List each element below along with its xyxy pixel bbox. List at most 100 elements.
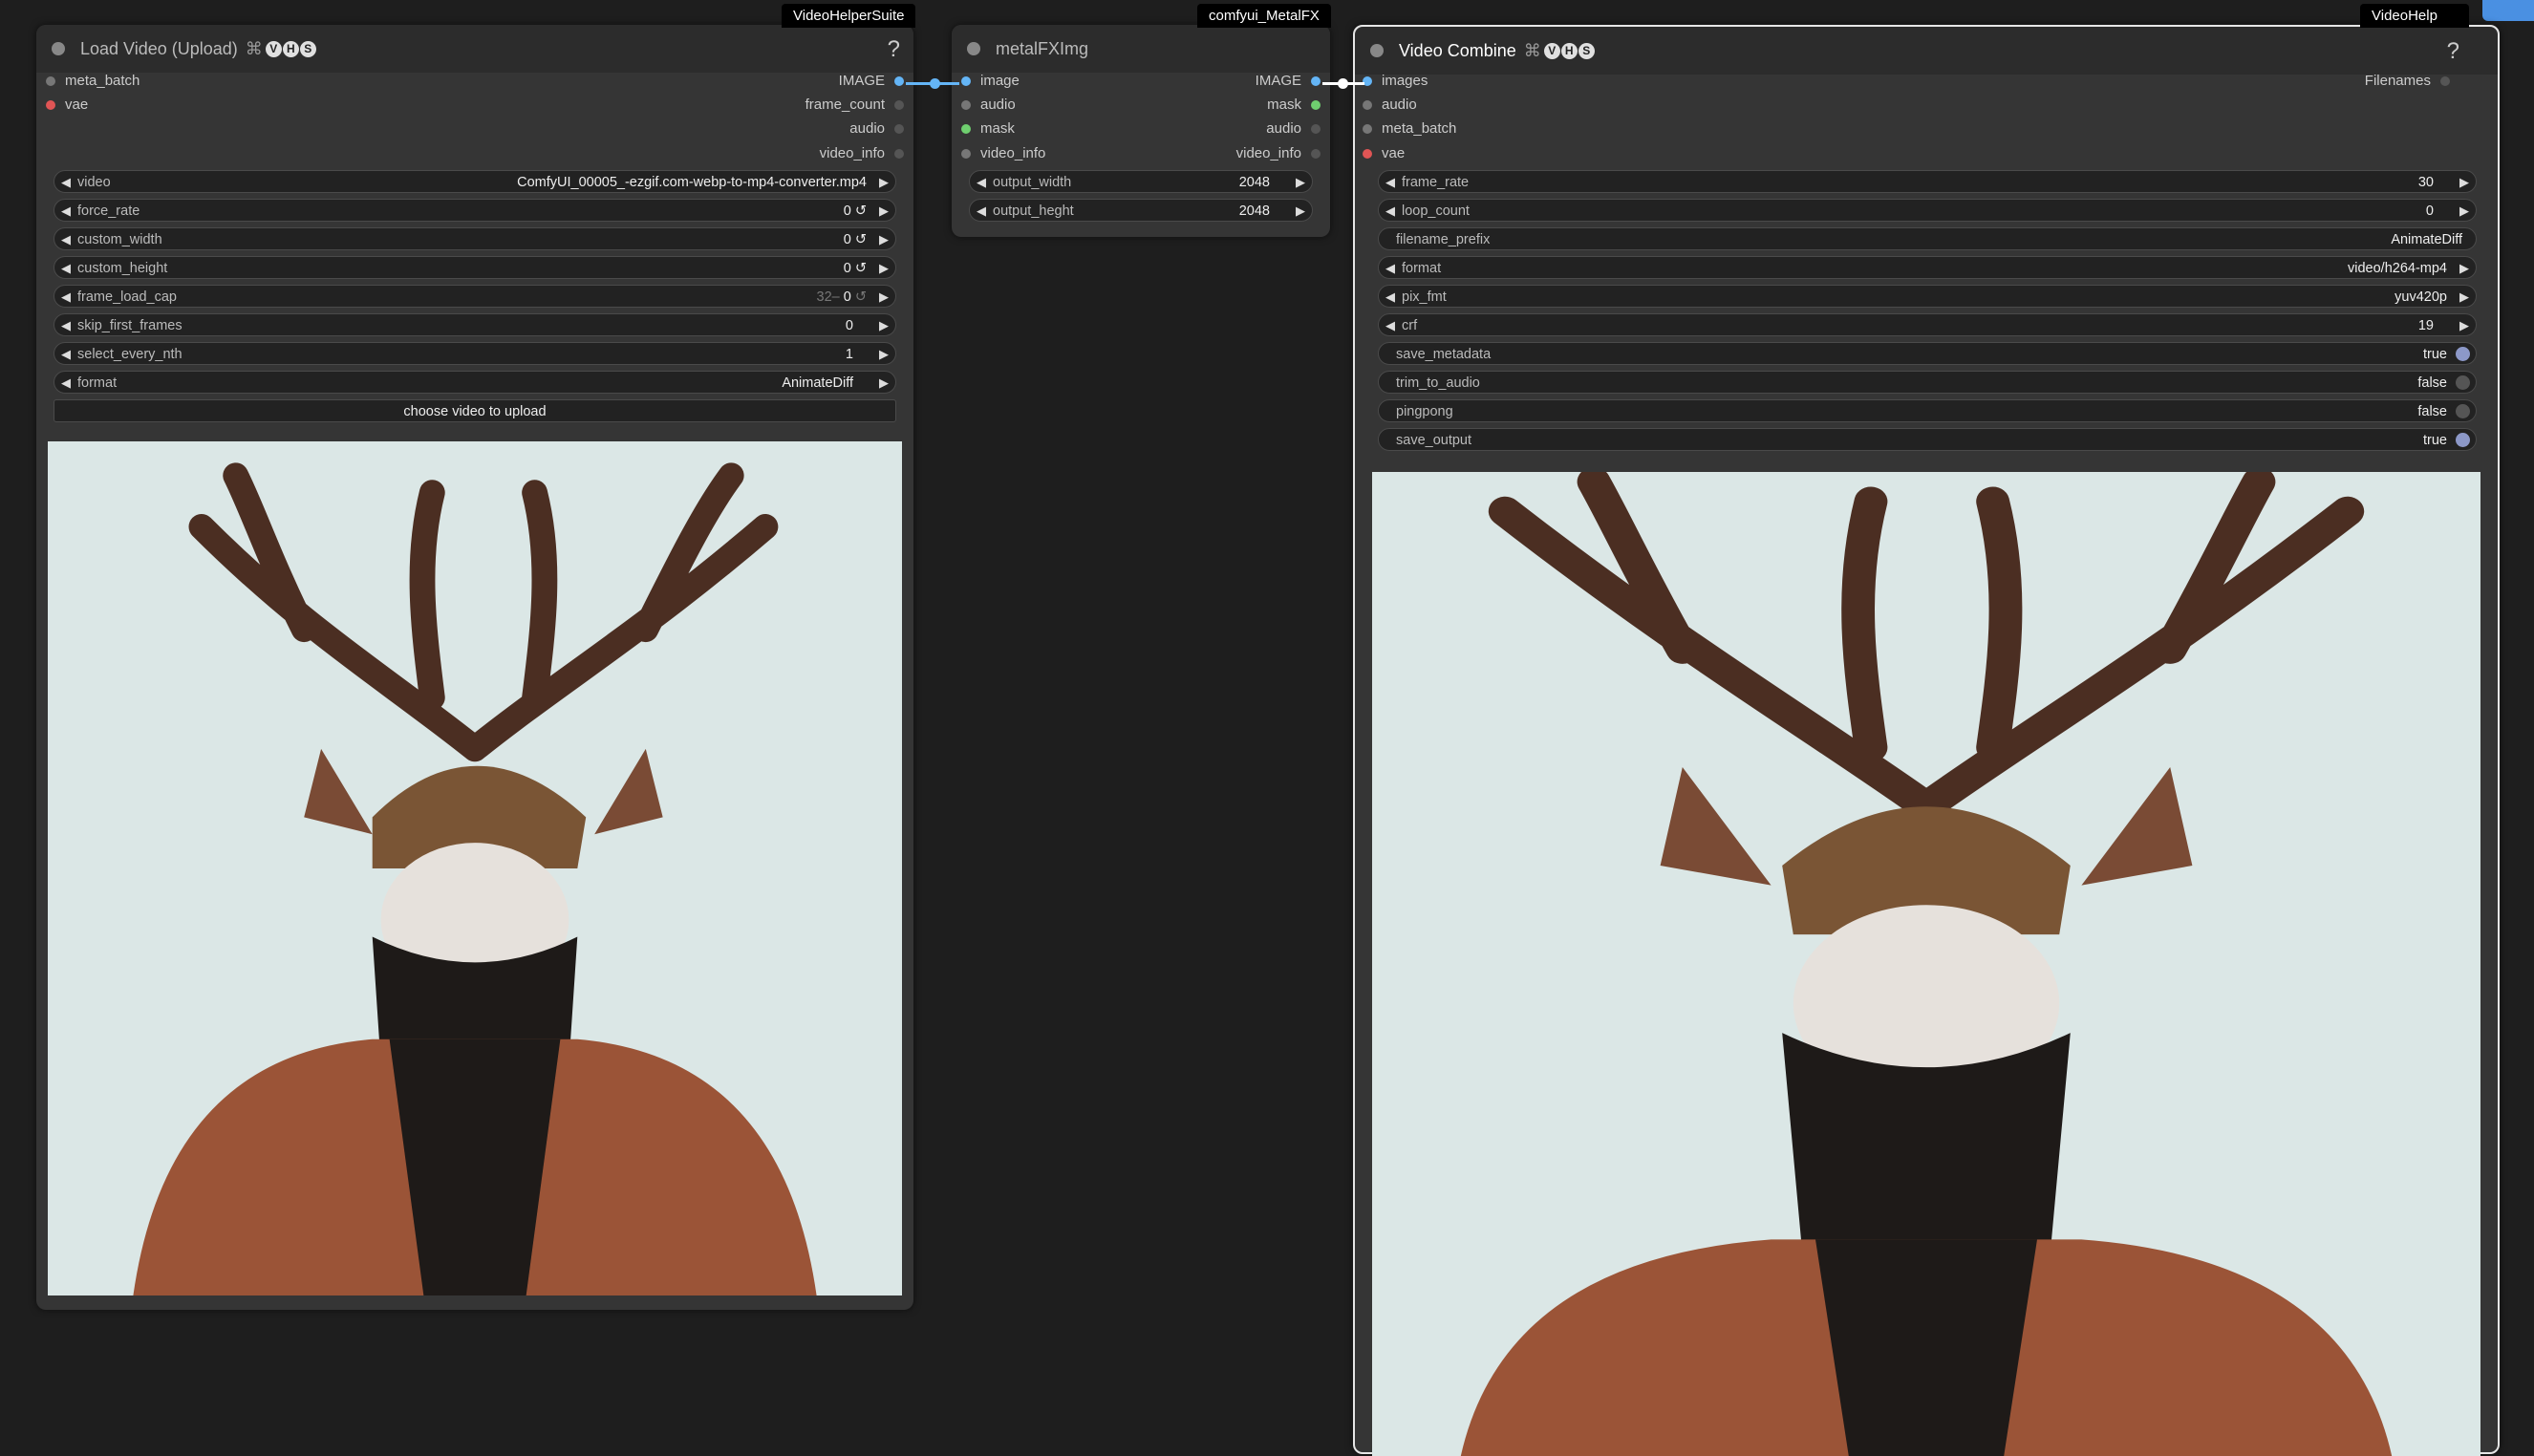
collapse-dot[interactable] <box>52 42 65 55</box>
left-arrow-icon: ◀ <box>61 375 71 390</box>
left-arrow-icon: ◀ <box>61 261 71 275</box>
output-frame-count[interactable]: frame_count <box>805 95 908 116</box>
right-arrow-icon: ▶ <box>879 347 889 361</box>
input-images[interactable]: images <box>1357 71 1428 92</box>
left-arrow-icon: ◀ <box>977 175 986 189</box>
input-meta-batch[interactable]: meta_batch <box>40 71 140 92</box>
refresh-icon: ↺ <box>854 261 867 276</box>
preview-image <box>1372 472 2480 1456</box>
load-video-node[interactable]: Load Video (Upload) ⌘ VHS ? meta_batch v… <box>36 25 913 1310</box>
corner-button[interactable] <box>2482 0 2534 21</box>
node-header[interactable]: Load Video (Upload) ⌘ VHS ? <box>36 25 913 73</box>
right-arrow-icon: ▶ <box>1296 203 1305 218</box>
right-arrow-icon: ▶ <box>879 232 889 246</box>
node-title: Video Combine <box>1399 40 1516 60</box>
skip-first-frames-widget[interactable]: ◀ skip_first_frames 0 ▶ <box>54 313 896 336</box>
toggle-knob <box>2456 433 2470 447</box>
output-audio[interactable]: audio <box>849 118 908 139</box>
left-arrow-icon: ◀ <box>61 203 71 218</box>
right-arrow-icon: ▶ <box>879 289 889 304</box>
help-icon[interactable]: ? <box>888 36 900 63</box>
pingpong-toggle[interactable]: pingpong false <box>1378 399 2477 422</box>
metalfx-node[interactable]: metalFXImg image audio mask video_info I… <box>952 25 1330 237</box>
custom-width-widget[interactable]: ◀ custom_width 0 ↺ ▶ <box>54 227 896 250</box>
save-output-toggle[interactable]: save_output true <box>1378 428 2477 451</box>
output-audio[interactable]: audio <box>1266 118 1324 139</box>
badge-comfyui-metalfx: comfyui_MetalFX <box>1197 4 1331 28</box>
custom-height-widget[interactable]: ◀ custom_height 0 ↺ ▶ <box>54 256 896 279</box>
trim-to-audio-toggle[interactable]: trim_to_audio false <box>1378 371 2477 394</box>
video-combine-preview <box>1372 472 2480 1456</box>
node-header[interactable]: Video Combine ⌘ VHS ? <box>1355 27 2498 75</box>
frame-rate-widget[interactable]: ◀ frame_rate 30 ▶ <box>1378 170 2477 193</box>
wire-midpoint-dot[interactable] <box>1338 78 1348 89</box>
right-arrow-icon: ▶ <box>2459 175 2469 189</box>
format-select[interactable]: ◀ format AnimateDiff ▶ <box>54 371 896 394</box>
output-mask[interactable]: mask <box>1267 95 1324 116</box>
badge-videohelpersuite: VideoHelperSuite <box>782 4 916 28</box>
toggle-knob <box>2456 404 2470 418</box>
input-image[interactable]: image <box>956 71 1020 92</box>
right-arrow-icon: ▶ <box>1296 175 1305 189</box>
left-arrow-icon: ◀ <box>1385 175 1395 189</box>
help-icon[interactable]: ? <box>2447 38 2459 65</box>
vhs-logo-icon: ⌘ VHS <box>1524 41 1595 61</box>
frame-load-cap-widget[interactable]: ◀ frame_load_cap 32– 0 ↺ ▶ <box>54 285 896 308</box>
format-select[interactable]: ◀ format video/h264-mp4 ▶ <box>1378 256 2477 279</box>
refresh-icon: ↺ <box>854 232 867 247</box>
right-arrow-icon: ▶ <box>879 203 889 218</box>
left-arrow-icon: ◀ <box>1385 261 1395 275</box>
left-arrow-icon: ◀ <box>977 203 986 218</box>
left-arrow-icon: ◀ <box>61 318 71 332</box>
input-meta-batch[interactable]: meta_batch <box>1357 118 1456 139</box>
input-vae[interactable]: vae <box>40 95 88 116</box>
right-arrow-icon: ▶ <box>2459 261 2469 275</box>
output-image[interactable]: IMAGE <box>839 71 908 92</box>
right-arrow-icon: ▶ <box>2459 318 2469 332</box>
node-title: metalFXImg <box>996 38 1089 58</box>
refresh-icon: ↺ <box>854 203 867 219</box>
collapse-dot[interactable] <box>1370 44 1384 57</box>
left-arrow-icon: ◀ <box>61 347 71 361</box>
input-video-info[interactable]: video_info <box>956 143 1045 164</box>
save-metadata-toggle[interactable]: save_metadata true <box>1378 342 2477 365</box>
right-arrow-icon: ▶ <box>879 375 889 390</box>
select-every-nth-widget[interactable]: ◀ select_every_nth 1 ▶ <box>54 342 896 365</box>
node-header[interactable]: metalFXImg <box>952 25 1330 73</box>
node-title: Load Video (Upload) <box>80 38 238 58</box>
video-preview <box>48 441 902 1295</box>
wire-midpoint-dot[interactable] <box>930 78 940 89</box>
toggle-knob <box>2456 347 2470 361</box>
left-arrow-icon: ◀ <box>1385 289 1395 304</box>
output-width-widget[interactable]: ◀ output_width 2048 ▶ <box>969 170 1313 193</box>
refresh-icon: ↺ <box>854 289 867 305</box>
input-audio[interactable]: audio <box>1357 95 1417 116</box>
left-arrow-icon: ◀ <box>61 289 71 304</box>
toggle-knob <box>2456 375 2470 390</box>
output-height-widget[interactable]: ◀ output_heght 2048 ▶ <box>969 199 1313 222</box>
input-mask[interactable]: mask <box>956 118 1015 139</box>
loop-count-widget[interactable]: ◀ loop_count 0 ▶ <box>1378 199 2477 222</box>
preview-image <box>48 441 902 1295</box>
left-arrow-icon: ◀ <box>1385 203 1395 218</box>
output-filenames[interactable]: Filenames <box>2365 71 2454 92</box>
input-audio[interactable]: audio <box>956 95 1016 116</box>
right-arrow-icon: ▶ <box>2459 289 2469 304</box>
force-rate-widget[interactable]: ◀ force_rate 0 ↺ ▶ <box>54 199 896 222</box>
input-vae[interactable]: vae <box>1357 143 1405 164</box>
output-image[interactable]: IMAGE <box>1256 71 1324 92</box>
left-arrow-icon: ◀ <box>61 175 71 189</box>
pix-fmt-select[interactable]: ◀ pix_fmt yuv420p ▶ <box>1378 285 2477 308</box>
left-arrow-icon: ◀ <box>1385 318 1395 332</box>
video-combine-node[interactable]: Video Combine ⌘ VHS ? images audio meta_… <box>1353 25 2500 1456</box>
output-video-info[interactable]: video_info <box>820 143 908 164</box>
right-arrow-icon: ▶ <box>879 261 889 275</box>
crf-widget[interactable]: ◀ crf 19 ▶ <box>1378 313 2477 336</box>
output-video-info[interactable]: video_info <box>1236 143 1324 164</box>
left-arrow-icon: ◀ <box>61 232 71 246</box>
collapse-dot[interactable] <box>967 42 980 55</box>
video-select[interactable]: ◀ video ComfyUI_00005_-ezgif.com-webp-to-… <box>54 170 896 193</box>
right-arrow-icon: ▶ <box>879 175 889 189</box>
choose-video-upload-button[interactable]: choose video to upload <box>54 399 896 422</box>
filename-prefix-field[interactable]: filename_prefix AnimateDiff <box>1378 227 2477 250</box>
